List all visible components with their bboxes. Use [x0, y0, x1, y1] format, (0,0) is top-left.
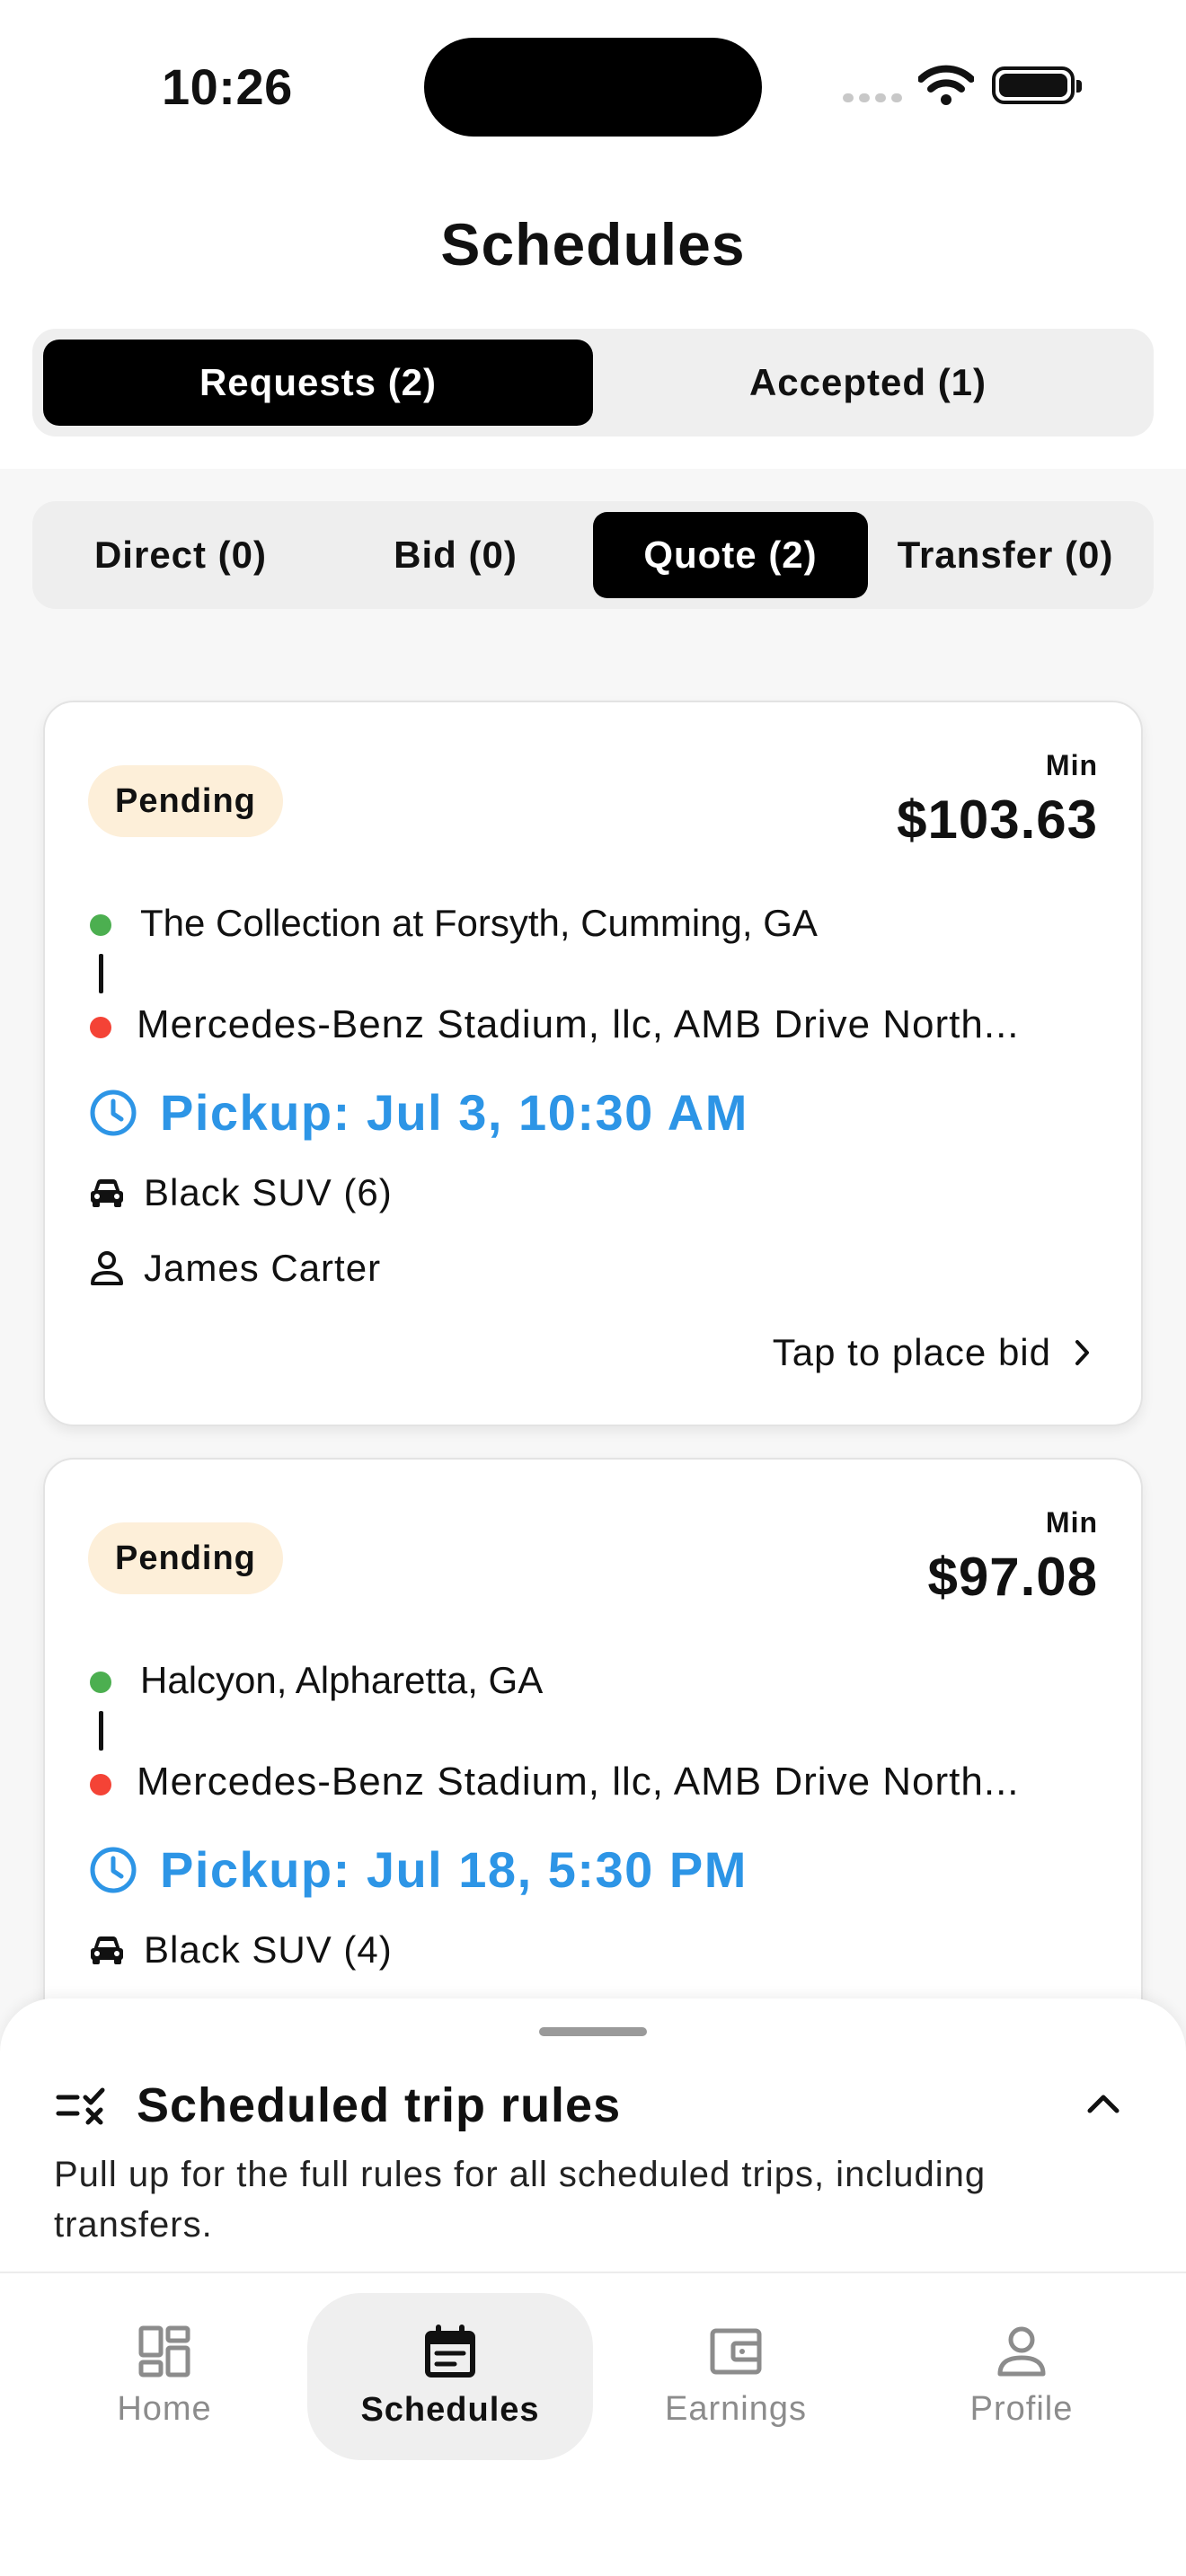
trip-card[interactable]: Pending Min $103.63 The Collection at Fo…: [43, 701, 1143, 1426]
page-title: Schedules: [440, 211, 746, 278]
dropoff-location: Mercedes-Benz Stadium, llc, AMB Drive No…: [137, 1760, 1020, 1804]
nav-profile[interactable]: Profile: [879, 2293, 1164, 2460]
screen: 10:26 Schedules Requests (2) Accepted (1…: [0, 0, 1186, 2576]
pickup-time: Pickup: Jul 18, 5:30 PM: [160, 1841, 748, 1898]
person-icon: [997, 2326, 1046, 2376]
clock-icon: [90, 1090, 137, 1135]
min-label: Min: [1045, 1506, 1098, 1539]
tab-accepted[interactable]: Accepted (1): [593, 340, 1143, 426]
destination-dot-icon: [90, 1017, 111, 1038]
header: Schedules Requests (2) Accepted (1): [0, 171, 1186, 469]
tab-direct[interactable]: Direct (0): [43, 512, 318, 598]
origin-dot-icon: [90, 1672, 111, 1693]
origin-dot-icon: [90, 914, 111, 936]
pickup-time: Pickup: Jul 3, 10:30 AM: [160, 1084, 748, 1141]
nav-earnings[interactable]: Earnings: [593, 2293, 879, 2460]
clock-icon: [90, 1847, 137, 1892]
rules-bottom-sheet[interactable]: Scheduled trip rules Pull up for the ful…: [0, 1998, 1186, 2272]
passenger-name: James Carter: [144, 1247, 382, 1289]
nav-label: Earnings: [665, 2389, 807, 2428]
tab-quote[interactable]: Quote (2): [593, 512, 868, 598]
main-tabs: Requests (2) Accepted (1): [32, 329, 1154, 437]
vehicle-row: Black SUV (6): [88, 1171, 393, 1214]
destination-dot-icon: [90, 1774, 111, 1795]
sheet-title: Scheduled trip rules: [137, 2078, 622, 2132]
trip-type-tabs: Direct (0) Bid (0) Quote (2) Transfer (0…: [32, 501, 1154, 609]
vehicle-type: Black SUV (6): [144, 1171, 393, 1213]
sheet-description: Pull up for the full rules for all sched…: [54, 2155, 987, 2245]
trip-price: $103.63: [897, 790, 1098, 850]
dynamic-island: [424, 38, 762, 137]
nav-label: Profile: [969, 2389, 1074, 2428]
calendar-icon: [425, 2324, 475, 2378]
nav-label: Home: [117, 2389, 212, 2428]
trip-price: $97.08: [927, 1547, 1098, 1607]
tab-transfer[interactable]: Transfer (0): [868, 512, 1143, 598]
tab-bid[interactable]: Bid (0): [318, 512, 593, 598]
status-badge: Pending: [88, 765, 283, 837]
cellular-signal-icon: [843, 93, 902, 102]
rules-checklist-icon: [56, 2087, 105, 2125]
route-line: [99, 1711, 103, 1751]
tab-requests[interactable]: Requests (2): [43, 340, 593, 426]
min-label: Min: [1045, 749, 1098, 781]
passenger-row: James Carter: [88, 1247, 381, 1290]
wallet-icon: [710, 2328, 762, 2374]
bottom-nav: Home Schedules Earnings Profile: [0, 2272, 1186, 2576]
pickup-time-row: Pickup: Jul 18, 5:30 PM: [88, 1840, 748, 1899]
nav-label: Schedules: [360, 2390, 540, 2429]
place-bid-link[interactable]: Tap to place bid: [773, 1331, 1091, 1374]
vehicle-row: Black SUV (4): [88, 1928, 393, 1972]
pickup-location: Halcyon, Alpharetta, GA: [140, 1659, 544, 1701]
pickup-location: The Collection at Forsyth, Cumming, GA: [140, 902, 818, 944]
chevron-right-icon: [1075, 1340, 1089, 1365]
nav-schedules[interactable]: Schedules: [307, 2293, 593, 2460]
car-icon: [91, 1179, 123, 1207]
route-line: [99, 954, 103, 993]
dropoff-location: Mercedes-Benz Stadium, llc, AMB Drive No…: [137, 1002, 1020, 1046]
vehicle-type: Black SUV (4): [144, 1928, 393, 1971]
battery-icon: [992, 66, 1082, 104]
car-icon: [91, 1936, 123, 1964]
status-badge: Pending: [88, 1522, 283, 1594]
wifi-icon: [918, 65, 974, 105]
grid-icon: [138, 2325, 190, 2377]
nav-home[interactable]: Home: [22, 2293, 307, 2460]
status-bar: 10:26: [0, 0, 1186, 171]
trip-card[interactable]: Pending Min $97.08 Halcyon, Alpharetta, …: [43, 1458, 1143, 2086]
sheet-drag-handle[interactable]: [539, 2027, 647, 2036]
status-time: 10:26: [162, 58, 293, 115]
place-bid-label: Tap to place bid: [772, 1331, 1051, 1373]
person-icon: [91, 1251, 123, 1285]
chevron-up-icon[interactable]: [1085, 2092, 1121, 2115]
pickup-time-row: Pickup: Jul 3, 10:30 AM: [88, 1083, 748, 1142]
